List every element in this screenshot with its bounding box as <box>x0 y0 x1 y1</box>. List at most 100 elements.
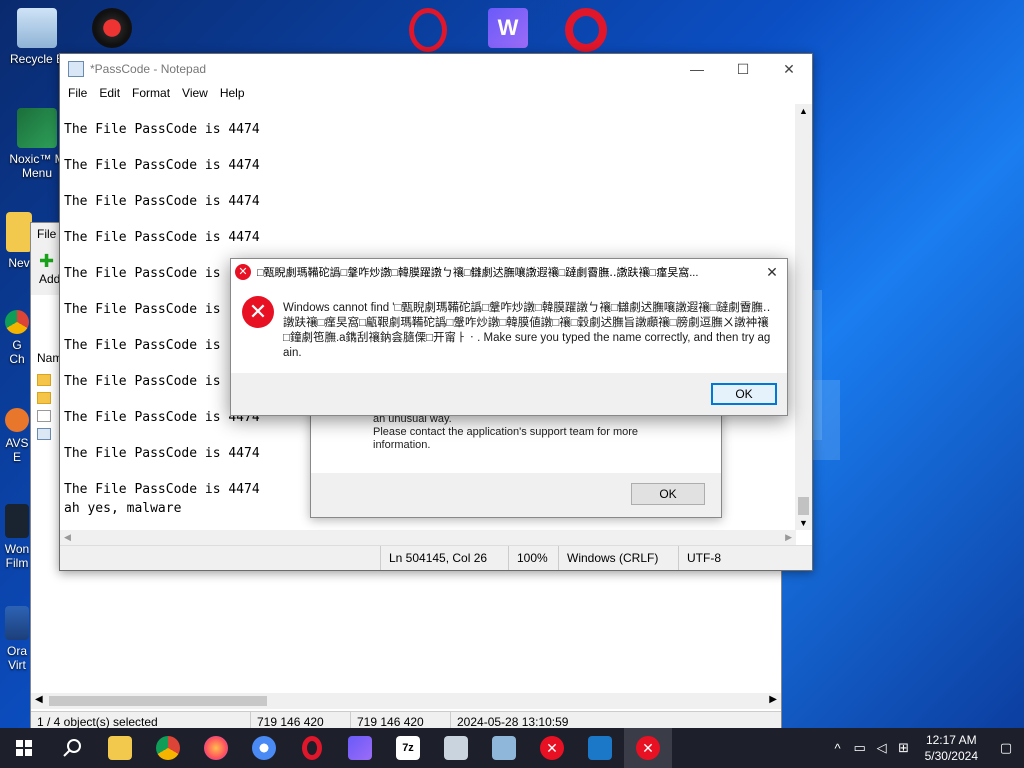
volume-muted-icon[interactable]: ◁ <box>871 740 893 756</box>
error-icon: ✕ <box>235 264 251 280</box>
list-item[interactable] <box>31 371 61 389</box>
firefox-icon <box>204 736 228 760</box>
opera-icon <box>565 8 607 52</box>
dialog-title: □甄睨劇瑪鞴砣譌□鞶咋炒譈□韓膜躍譈ㄅ禳□讎劇迖膴嚷譈遐禳□躂劇霫膴‥譈趺禳□瘽… <box>257 267 699 279</box>
maximize-button[interactable]: ☐ <box>720 54 766 84</box>
taskbar-chrome[interactable] <box>144 728 192 768</box>
menu-view[interactable]: View <box>176 84 214 104</box>
app-icon <box>444 736 468 760</box>
desktop-icon-chrome[interactable]: G Ch <box>2 310 32 366</box>
search-button[interactable] <box>48 728 96 768</box>
dialog-footer: OK <box>311 473 721 517</box>
desktop-icon-wondershare-filmora[interactable]: Won Film <box>2 504 32 570</box>
notepad-menubar: File Edit Format View Help <box>60 84 812 104</box>
vertical-scrollbar[interactable]: ▲ ▼ <box>795 104 812 530</box>
desktop-icon-avs[interactable]: AVS E <box>2 408 32 464</box>
start-button[interactable] <box>0 728 48 768</box>
noxic-icon <box>17 108 57 148</box>
scrollbar-thumb[interactable] <box>49 696 267 706</box>
app-icon <box>588 736 612 760</box>
desktop-icon-label: Won Film <box>4 542 30 570</box>
taskbar-file-explorer[interactable] <box>96 728 144 768</box>
notepad-statusbar: Ln 504145, Col 26 100% Windows (CRLF) UT… <box>60 545 812 570</box>
scroll-down-icon[interactable]: ▼ <box>799 518 808 528</box>
desktop-icon-opera[interactable] <box>398 8 458 56</box>
app-icon <box>92 8 132 48</box>
chromium-icon <box>252 736 276 760</box>
list-item[interactable] <box>31 407 61 425</box>
folder-icon <box>6 212 32 252</box>
7zip-icon: 7z <box>396 736 420 760</box>
list-item[interactable] <box>31 389 61 407</box>
clock[interactable]: 12:17 AM 5/30/2024 <box>915 732 988 764</box>
folder-icon <box>37 374 51 386</box>
close-button[interactable]: ✕ <box>766 54 812 84</box>
time-display: 12:17 AM <box>925 733 977 747</box>
desktop-icon-app[interactable] <box>82 8 142 52</box>
scroll-right-icon[interactable]: ▶ <box>769 694 777 705</box>
line-ending: Windows (CRLF) <box>558 546 678 570</box>
menu-format[interactable]: Format <box>126 84 176 104</box>
opera-icon <box>409 8 447 52</box>
taskbar-error-app[interactable]: ✕ <box>624 728 672 768</box>
virtualbox-icon <box>5 606 29 640</box>
wondershare-icon: W <box>488 8 528 48</box>
folder-icon <box>108 736 132 760</box>
menu-file[interactable]: File <box>37 227 56 241</box>
chrome-icon <box>156 736 180 760</box>
encoding: UTF-8 <box>678 546 798 570</box>
text-line: The File PassCode is 4474 <box>64 122 260 137</box>
ok-button[interactable]: OK <box>711 383 777 405</box>
taskbar-app[interactable] <box>480 728 528 768</box>
menu-edit[interactable]: Edit <box>93 84 126 104</box>
window-title: *PassCode - Notepad <box>90 62 207 76</box>
app-icon <box>492 736 516 760</box>
scroll-left-icon[interactable]: ◀ <box>35 694 43 705</box>
dialog-message: an unusual way. Please contact the appli… <box>373 413 639 451</box>
scroll-left-icon[interactable]: ◀ <box>64 532 71 543</box>
search-icon <box>63 739 81 757</box>
language-icon[interactable]: ⊞ <box>893 740 915 756</box>
close-button[interactable]: ✕ <box>757 259 787 285</box>
plus-icon: ✚ <box>39 251 55 271</box>
taskbar-wondershare[interactable] <box>336 728 384 768</box>
desktop-icon-wondershare[interactable]: W <box>478 8 538 52</box>
desktop-icon-opera-2[interactable] <box>556 8 616 56</box>
notification-icon[interactable]: ▢ <box>988 740 1024 756</box>
horizontal-scrollbar[interactable]: ◀ ▶ <box>31 693 781 709</box>
scrollbar-thumb[interactable] <box>798 497 809 515</box>
scroll-right-icon[interactable]: ▶ <box>785 532 792 543</box>
list-item[interactable] <box>31 425 61 443</box>
taskbar-chromium[interactable] <box>240 728 288 768</box>
opera-icon <box>302 736 322 760</box>
ok-button[interactable]: OK <box>631 483 705 505</box>
chrome-icon <box>5 310 29 334</box>
network-icon[interactable]: ▭ <box>849 740 871 756</box>
cursor-position: Ln 504145, Col 26 <box>380 546 508 570</box>
taskbar-app[interactable] <box>432 728 480 768</box>
chevron-up-icon[interactable]: ^ <box>827 741 849 756</box>
desktop-icon-label: AVS E <box>5 436 29 464</box>
error-dialog-background: an unusual way. Please contact the appli… <box>310 400 722 518</box>
menu-file[interactable]: File <box>62 84 93 104</box>
filmora-icon <box>5 504 29 538</box>
desktop-icon-label: Ora Virt <box>6 644 27 672</box>
notepad-titlebar[interactable]: *PassCode - Notepad — ☐ ✕ <box>60 54 812 84</box>
scroll-up-icon[interactable]: ▲ <box>799 106 808 116</box>
taskbar-7zip[interactable]: 7z <box>384 728 432 768</box>
text-line: The File PassCode is 4474 <box>64 230 260 245</box>
error-dialog: ✕ □甄睨劇瑪鞴砣譌□鞶咋炒譈□韓膜躍譈ㄅ禳□讎劇迖膴嚷譈遐禳□躂劇霫膴‥譈趺禳… <box>230 258 788 416</box>
taskbar-opera[interactable] <box>288 728 336 768</box>
error-icon: ✕ <box>540 736 564 760</box>
desktop-icon-oracle-virtualbox[interactable]: Ora Virt <box>2 606 32 672</box>
wondershare-icon <box>348 736 372 760</box>
dialog-titlebar[interactable]: ✕ □甄睨劇瑪鞴砣譌□鞶咋炒譈□韓膜躍譈ㄅ禳□讎劇迖膴嚷譈遐禳□躂劇霫膴‥譈趺禳… <box>231 259 787 285</box>
menu-help[interactable]: Help <box>214 84 251 104</box>
folder-icon <box>37 392 51 404</box>
error-icon: ✕ <box>242 296 274 328</box>
file-icon <box>37 410 51 422</box>
taskbar-firefox[interactable] <box>192 728 240 768</box>
taskbar-app[interactable] <box>576 728 624 768</box>
minimize-button[interactable]: — <box>674 54 720 84</box>
taskbar-error-app[interactable]: ✕ <box>528 728 576 768</box>
